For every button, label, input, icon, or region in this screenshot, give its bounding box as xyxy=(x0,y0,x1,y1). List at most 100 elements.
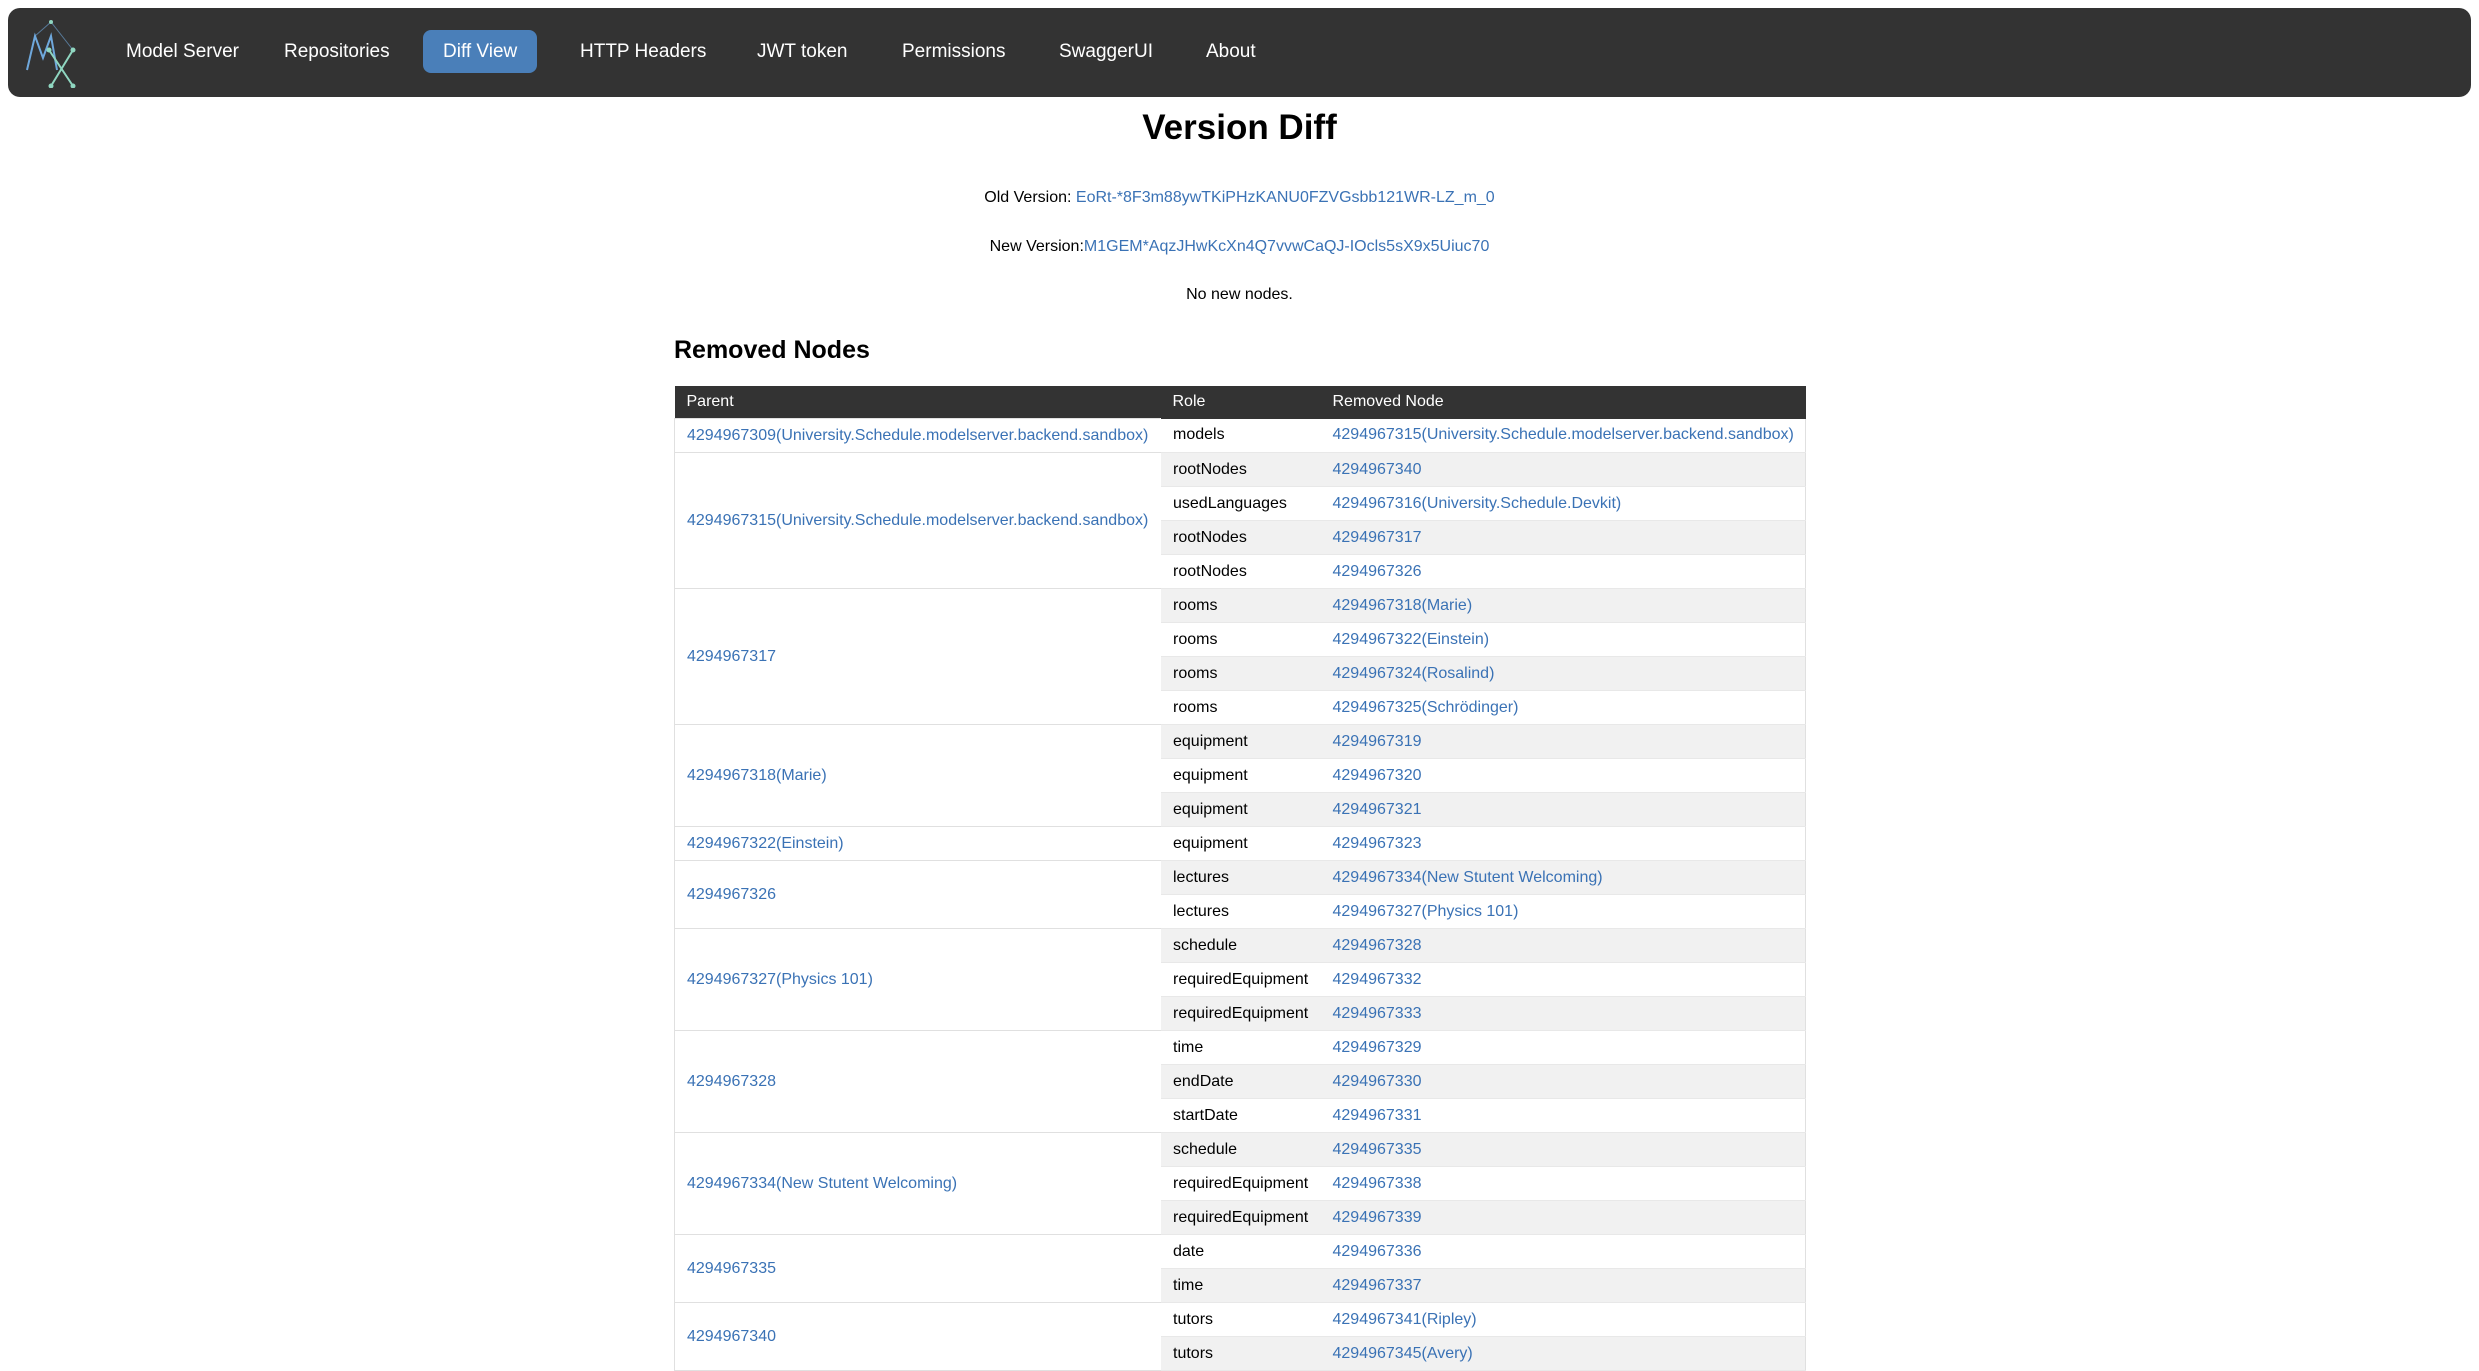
role-cell: equipment xyxy=(1160,826,1321,861)
removed-node-link[interactable]: 4294967317 xyxy=(1333,529,1422,546)
table-row: 4294967327(Physics 101) schedule 429496732… xyxy=(674,928,1806,1031)
table-row: 4294967334(New Stutent Welcoming) schedul… xyxy=(674,1132,1806,1235)
role-cell: rooms xyxy=(1160,656,1321,691)
nav-about[interactable]: About xyxy=(1186,30,1276,73)
removed-node-link[interactable]: 4294967323 xyxy=(1333,835,1422,852)
removed-node-cell: 4294967332 xyxy=(1320,962,1806,997)
removed-node-link[interactable]: 4294967345(Avery) xyxy=(1333,1345,1473,1362)
parent-node-link[interactable]: 4294967334(New Stutent Welcoming) xyxy=(687,1175,957,1192)
new-version-label: New Version: xyxy=(989,238,1084,255)
parent-node-link[interactable]: 4294967315(University.Schedule.modelserv… xyxy=(687,512,1148,529)
removed-node-link[interactable]: 4294967321 xyxy=(1333,801,1422,818)
parent-node-link[interactable]: 4294967317 xyxy=(687,648,776,665)
removed-node-link[interactable]: 4294967331 xyxy=(1333,1107,1422,1124)
mx-logo-icon[interactable] xyxy=(21,18,81,88)
removed-nodes-body: 4294967309(University.Schedule.modelserv… xyxy=(674,418,1806,1371)
removed-node-link[interactable]: 4294967327(Physics 101) xyxy=(1333,903,1519,920)
role-cell: requiredEquipment xyxy=(1160,1166,1321,1201)
no-new-nodes-text: No new nodes. xyxy=(1186,286,1293,303)
role-cell: schedule xyxy=(1160,928,1321,963)
removed-node-link[interactable]: 4294967337 xyxy=(1333,1277,1422,1294)
removed-node-cell: 4294967318(Marie) xyxy=(1320,588,1806,623)
removed-node-link[interactable]: 4294967324(Rosalind) xyxy=(1333,665,1495,682)
nav-model-server[interactable]: Model Server xyxy=(106,30,259,73)
role-cell: equipment xyxy=(1160,792,1321,827)
parent-cell: 4294967340 xyxy=(674,1302,1161,1371)
removed-node-link[interactable]: 4294967330 xyxy=(1333,1073,1422,1090)
role-cell: requiredEquipment xyxy=(1160,962,1321,997)
nav-swaggerui[interactable]: SwaggerUI xyxy=(1039,30,1173,73)
nav-http-headers[interactable]: HTTP Headers xyxy=(560,30,726,73)
role-cell: time xyxy=(1160,1268,1321,1303)
nav-jwt-token[interactable]: JWT token xyxy=(737,30,867,73)
removed-node-link[interactable]: 4294967335 xyxy=(1333,1141,1422,1158)
parent-node-link[interactable]: 4294967309(University.Schedule.modelserv… xyxy=(687,427,1148,444)
removed-node-cell: 4294967339 xyxy=(1320,1200,1806,1235)
new-version-link[interactable]: M1GEM*AqzJHwKcXn4Q7vvwCaQJ-IOcls5sX9x5Ui… xyxy=(1084,238,1489,255)
removed-node-cell: 4294967323 xyxy=(1320,826,1806,861)
removed-node-link[interactable]: 4294967338 xyxy=(1333,1175,1422,1192)
nav-diff-view[interactable]: Diff View xyxy=(423,30,538,73)
removed-node-cell: 4294967336 xyxy=(1320,1234,1806,1269)
removed-node-link[interactable]: 4294967316(University.Schedule.Devkit) xyxy=(1333,495,1622,512)
role-cell: rooms xyxy=(1160,622,1321,657)
removed-node-link[interactable]: 4294967329 xyxy=(1333,1039,1422,1056)
table-row: 4294967318(Marie) equipment 4294967319 xyxy=(674,724,1806,827)
role-cell: equipment xyxy=(1160,758,1321,793)
parent-node-link[interactable]: 4294967326 xyxy=(687,886,776,903)
header-role: Role xyxy=(1160,386,1321,419)
role-cell: lectures xyxy=(1160,860,1321,895)
removed-node-link[interactable]: 4294967332 xyxy=(1333,971,1422,988)
role-cell: endDate xyxy=(1160,1064,1321,1099)
removed-node-link[interactable]: 4294967318(Marie) xyxy=(1333,597,1473,614)
role-cell: date xyxy=(1160,1234,1321,1269)
removed-node-link[interactable]: 4294967336 xyxy=(1333,1243,1422,1260)
parent-cell: 4294967334(New Stutent Welcoming) xyxy=(674,1132,1161,1235)
removed-node-link[interactable]: 4294967320 xyxy=(1333,767,1422,784)
removed-nodes-title: Removed Nodes xyxy=(674,336,870,364)
parent-cell: 4294967318(Marie) xyxy=(674,724,1161,827)
removed-node-link[interactable]: 4294967325(Schrödinger) xyxy=(1333,699,1519,716)
removed-node-cell: 4294967321 xyxy=(1320,792,1806,827)
parent-node-link[interactable]: 4294967322(Einstein) xyxy=(687,835,844,852)
parent-node-link[interactable]: 4294967327(Physics 101) xyxy=(687,971,873,988)
parent-node-link[interactable]: 4294967318(Marie) xyxy=(687,767,827,784)
role-cell: requiredEquipment xyxy=(1160,1200,1321,1235)
role-cell: rooms xyxy=(1160,690,1321,725)
removed-node-cell: 4294967322(Einstein) xyxy=(1320,622,1806,657)
nav-repositories[interactable]: Repositories xyxy=(264,30,410,73)
removed-node-link[interactable]: 4294967328 xyxy=(1333,937,1422,954)
parent-node-link[interactable]: 4294967328 xyxy=(687,1073,776,1090)
old-version-label: Old Version: xyxy=(984,189,1072,206)
removed-node-link[interactable]: 4294967341(Ripley) xyxy=(1333,1311,1477,1328)
parent-cell: 4294967309(University.Schedule.modelserv… xyxy=(674,418,1161,453)
parent-node-link[interactable]: 4294967335 xyxy=(687,1260,776,1277)
removed-node-cell: 4294967340 xyxy=(1320,452,1806,487)
parent-cell: 4294967315(University.Schedule.modelserv… xyxy=(674,452,1161,589)
removed-node-link[interactable]: 4294967334(New Stutent Welcoming) xyxy=(1333,869,1603,886)
removed-node-cell: 4294967329 xyxy=(1320,1030,1806,1065)
removed-node-cell: 4294967326 xyxy=(1320,554,1806,589)
table-row: 4294967309(University.Schedule.modelserv… xyxy=(674,418,1806,453)
role-cell: time xyxy=(1160,1030,1321,1065)
removed-node-cell: 4294967333 xyxy=(1320,996,1806,1031)
parent-cell: 4294967327(Physics 101) xyxy=(674,928,1161,1031)
old-version-link[interactable]: EoRt-*8F3m88ywTKiPHzKANU0FZVGsbb121WR-LZ… xyxy=(1076,189,1495,206)
removed-node-link[interactable]: 4294967322(Einstein) xyxy=(1333,631,1490,648)
new-version-line: New Version:M1GEM*AqzJHwKcXn4Q7vvwCaQJ-I… xyxy=(0,236,2479,258)
removed-node-cell: 4294967317 xyxy=(1320,520,1806,555)
removed-node-link[interactable]: 4294967326 xyxy=(1333,563,1422,580)
role-cell: schedule xyxy=(1160,1132,1321,1167)
parent-node-link[interactable]: 4294967340 xyxy=(687,1328,776,1345)
removed-node-cell: 4294967319 xyxy=(1320,724,1806,759)
table-row: 4294967322(Einstein) equipment 4294967323 xyxy=(674,826,1806,861)
removed-node-link[interactable]: 4294967319 xyxy=(1333,733,1422,750)
removed-node-link[interactable]: 4294967315(University.Schedule.modelserv… xyxy=(1333,426,1794,443)
removed-node-link[interactable]: 4294967339 xyxy=(1333,1209,1422,1226)
removed-node-link[interactable]: 4294967333 xyxy=(1333,1005,1422,1022)
nav-permissions[interactable]: Permissions xyxy=(882,30,1025,73)
removed-node-cell: 4294967330 xyxy=(1320,1064,1806,1099)
removed-node-cell: 4294967328 xyxy=(1320,928,1806,963)
removed-node-cell: 4294967345(Avery) xyxy=(1320,1336,1806,1371)
removed-node-link[interactable]: 4294967340 xyxy=(1333,461,1422,478)
